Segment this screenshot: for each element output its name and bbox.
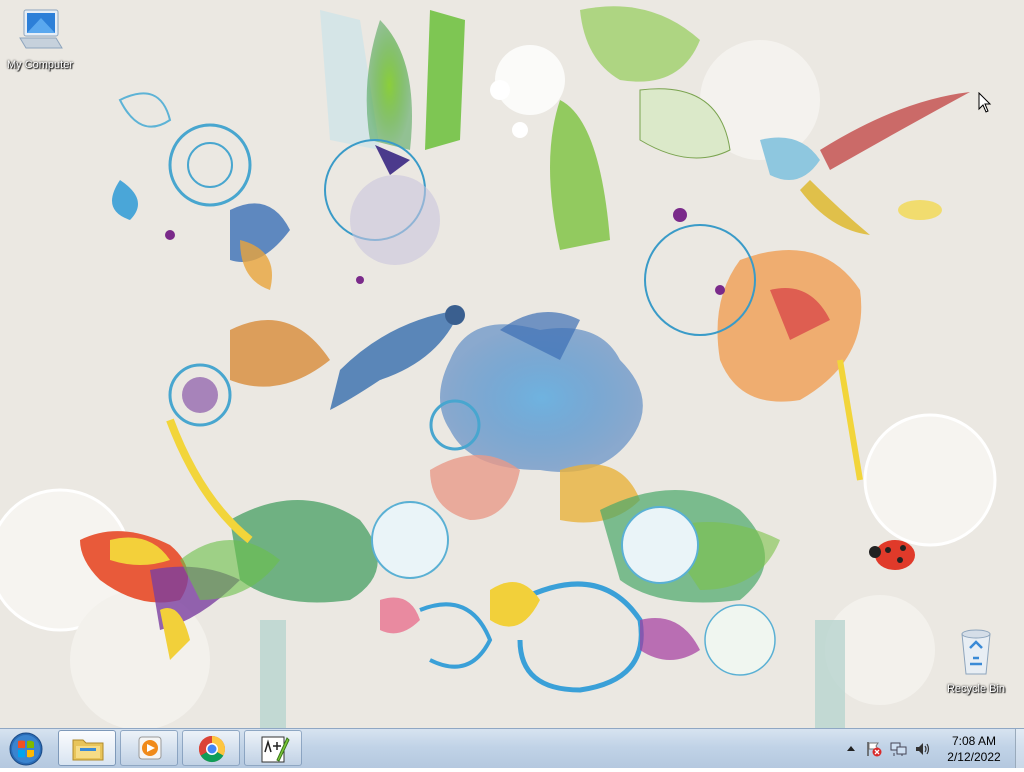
wallpaper-image [0,6,997,728]
taskbar: 7:08 AM 2/12/2022 [0,728,1024,768]
mouse-cursor-icon [978,92,992,113]
desktop-icon-label: Recycle Bin [946,683,1006,695]
clock[interactable]: 7:08 AM 2/12/2022 [938,733,1010,765]
network-icon[interactable] [890,741,908,757]
desktop-icon-recycle-bin[interactable]: Recycle Bin [936,628,1016,695]
desktop[interactable]: My Computer Recycle Bin [0,0,1024,728]
taskbar-google-chrome[interactable] [182,730,240,766]
action-center-flag-icon[interactable] [866,741,882,757]
volume-icon[interactable] [914,741,932,757]
show-desktop-button[interactable] [1015,729,1024,768]
desktop-icon-my-computer[interactable]: My Computer [0,8,80,71]
computer-icon [19,9,63,49]
start-button[interactable] [4,731,48,767]
taskbar-windows-explorer[interactable] [58,730,116,766]
folder-icon [72,739,104,761]
taskbar-notepad-plus[interactable] [244,730,302,766]
recycle-bin-icon [961,629,991,675]
clock-time: 7:08 AM [951,734,997,748]
windows-logo-icon [9,732,43,766]
desktop-icon-label: My Computer [6,59,74,71]
notepad-plus-icon [261,736,290,763]
show-hidden-icons-arrow[interactable] [846,744,856,752]
clock-date: 2/12/2022 [947,750,1001,764]
chrome-icon [198,735,226,763]
taskbar-media-player[interactable] [120,730,178,766]
media-player-icon [138,736,162,760]
